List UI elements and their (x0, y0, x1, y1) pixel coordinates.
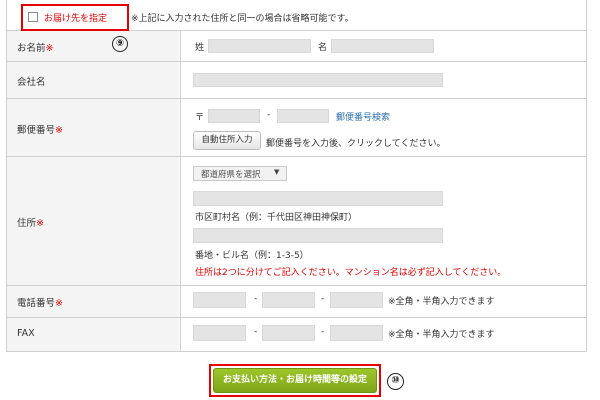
fax-hint: ※全角・半角入力できます (388, 330, 495, 340)
fax-dash-2: - (321, 327, 325, 337)
payment-delivery-settings-button[interactable]: お支払い方法・お届け時間等の設定 (213, 368, 377, 393)
fax-dash-1: - (254, 327, 258, 337)
row-divider (6, 351, 586, 352)
postal-prefix: 〒 (195, 113, 205, 123)
company-label: 会社名 (17, 77, 46, 88)
delivery-checkbox-label[interactable]: お届け先を指定 (44, 11, 107, 24)
delivery-note: ※上記に入力された住所と同一の場合は省略可能です。 (131, 14, 354, 24)
fax-first-input[interactable] (193, 325, 246, 341)
table-column-divider (180, 30, 181, 352)
annotation-badge-9: ⑨ (112, 36, 128, 52)
fax-third-input[interactable] (330, 325, 383, 341)
postal-dash: - (267, 110, 271, 120)
chevron-down-icon: ▼ (274, 168, 280, 176)
row-divider (6, 98, 586, 99)
postal-label: 郵便番号※ (17, 125, 63, 136)
city-hint: 市区町村名（例：千代田区神田神保町） (195, 213, 358, 223)
prefecture-select[interactable]: 都道府県を選択 ▼ (193, 166, 287, 181)
address-label: 住所※ (17, 218, 44, 229)
row-divider (6, 61, 586, 62)
phone-dash-1: - (254, 294, 258, 304)
row-divider (6, 285, 586, 286)
phone-third-input[interactable] (330, 292, 383, 308)
fax-second-input[interactable] (262, 325, 315, 341)
address-warning: 住所は2つに分けてご記入ください。マンション名は必ず記入してください。 (195, 268, 507, 278)
mei-input[interactable] (331, 39, 434, 53)
row-divider (6, 317, 586, 318)
city-input[interactable] (193, 191, 443, 206)
phone-dash-2: - (321, 294, 325, 304)
auto-address-button[interactable]: 自動住所入力 (193, 131, 261, 150)
mei-label: 名 (318, 43, 328, 53)
company-input[interactable] (193, 73, 443, 87)
phone-hint: ※全角・半角入力できます (388, 297, 495, 307)
sei-label: 姓 (195, 43, 205, 53)
prefecture-select-value: 都道府県を選択 (201, 170, 261, 180)
street-input[interactable] (193, 228, 443, 243)
delivery-checkbox[interactable] (28, 12, 38, 22)
annotation-badge-10: ⑩ (387, 373, 404, 390)
phone-label: 電話番号※ (17, 298, 63, 309)
postal-hint: 郵便番号を入力後、クリックしてください。 (266, 139, 446, 149)
postal-lookup-link[interactable]: 郵便番号検索 (336, 110, 390, 123)
row-divider (6, 156, 586, 157)
table-right-border (586, 0, 587, 352)
sei-input[interactable] (208, 39, 311, 53)
postal-code-second-input[interactable] (277, 109, 329, 123)
street-hint: 番地・ビル名（例：1-3-5） (195, 251, 309, 261)
name-label: お名前※ (17, 43, 54, 54)
fax-label: FAX (17, 328, 35, 339)
table-left-border (6, 0, 7, 352)
postal-code-first-input[interactable] (208, 109, 260, 123)
phone-second-input[interactable] (262, 292, 315, 308)
phone-first-input[interactable] (193, 292, 246, 308)
